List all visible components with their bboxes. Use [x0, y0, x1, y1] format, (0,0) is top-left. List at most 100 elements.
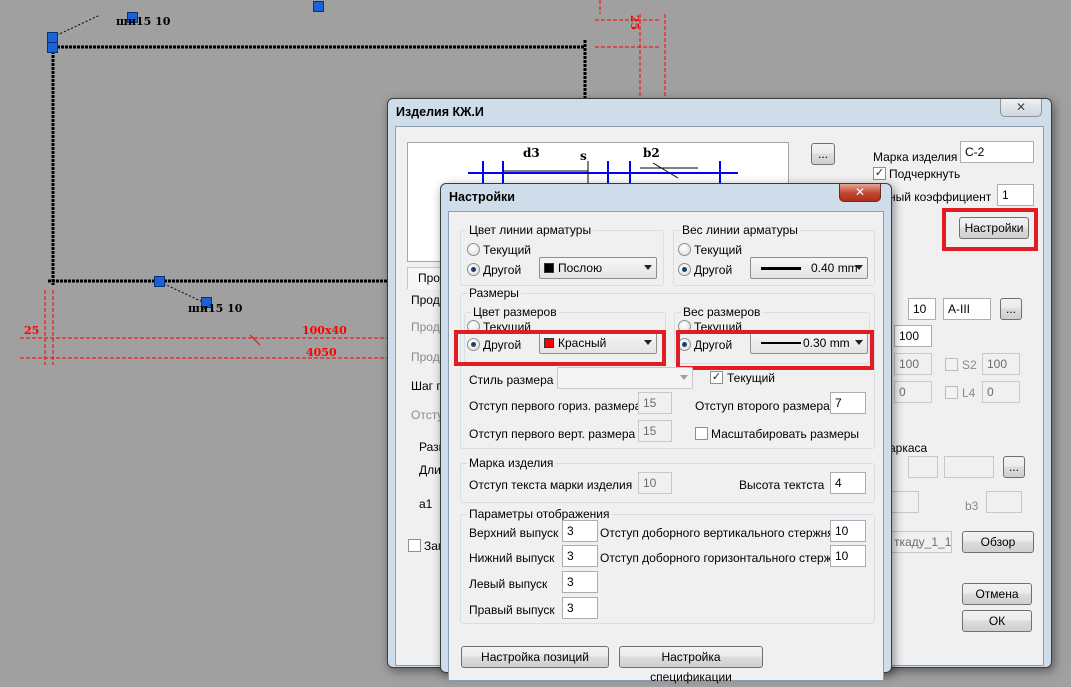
- text-height-field[interactable]: 4: [830, 472, 866, 494]
- settings-dialog-title: Настройки: [449, 190, 515, 204]
- text-height-label: Высота тектста: [739, 478, 825, 492]
- scale-dims-checkbox[interactable]: [695, 427, 708, 440]
- value-field[interactable]: 0: [894, 381, 932, 403]
- preview-label-d3: d3: [523, 146, 540, 160]
- grade-browse-button[interactable]: ...: [1000, 298, 1022, 320]
- cad-mark-label: ши15 10: [116, 15, 171, 28]
- positions-settings-button[interactable]: Настройка позиций: [461, 646, 609, 668]
- mark-offset-field[interactable]: 10: [638, 472, 672, 494]
- chevron-down-icon: [855, 265, 863, 270]
- display-params-label: Параметры отображения: [467, 507, 612, 521]
- value-field[interactable]: 100: [894, 353, 932, 375]
- l4-field[interactable]: 0: [982, 381, 1020, 403]
- dim-style-current-checkbox[interactable]: ✓: [710, 371, 723, 384]
- rebar-color-current-radio[interactable]: [467, 243, 480, 256]
- bottom-outlet-field[interactable]: 3: [562, 545, 598, 567]
- frame-field[interactable]: [908, 456, 938, 478]
- save-checkbox[interactable]: [408, 539, 421, 552]
- grip-handle[interactable]: [47, 42, 58, 53]
- frame-field[interactable]: [944, 456, 994, 478]
- dimension-color-label: Цвет размеров: [471, 305, 559, 319]
- dimensions-label: Размеры: [467, 286, 521, 300]
- dimension-text: 25: [628, 14, 642, 31]
- settings-dialog: Настройки ✕ Цвет линии арматуры Текущий …: [440, 183, 892, 684]
- rebar-color-current-label: Текущий: [483, 243, 531, 257]
- dim-style-current-label: Текущий: [727, 371, 775, 385]
- color-swatch: [544, 263, 554, 273]
- coefficient-field[interactable]: 1: [997, 184, 1034, 206]
- dimension-weight-label: Вес размеров: [681, 305, 763, 319]
- coefficient-label: ный коэффициент: [889, 190, 992, 204]
- s2-label: S2: [962, 358, 977, 372]
- rebar-weight-other-radio[interactable]: [678, 263, 691, 276]
- first-vert-label: Отступ первого верт. размера: [469, 427, 636, 441]
- first-horiz-label: Отступ первого гориз. размера: [469, 399, 642, 413]
- grip-handle[interactable]: [313, 1, 324, 12]
- underline-checkbox[interactable]: ✓: [873, 167, 886, 180]
- grade-field[interactable]: A-III: [943, 298, 991, 320]
- a1-label: a1: [419, 497, 433, 511]
- spec-settings-button[interactable]: Настройка спецификации: [619, 646, 763, 684]
- dimension-text: 100x40: [302, 324, 347, 337]
- row-label: Отсту: [411, 408, 444, 422]
- rebar-color-select[interactable]: Послою: [539, 257, 657, 279]
- dimension-text: 4050: [306, 346, 337, 359]
- preview-label-s: s: [580, 149, 587, 163]
- frame-browse-button[interactable]: ...: [1003, 456, 1025, 478]
- browse-button[interactable]: ...: [811, 143, 835, 165]
- row-label: Прод: [411, 320, 440, 334]
- dimension-text: 25: [24, 324, 40, 337]
- file-field[interactable]: ткаду_1_1: [889, 531, 952, 553]
- cancel-button[interactable]: Отмена: [962, 583, 1032, 605]
- close-icon[interactable]: ✕: [1000, 99, 1042, 117]
- dim-weight-highlight: [676, 330, 874, 370]
- top-outlet-label: Верхний выпуск: [469, 526, 559, 540]
- first-horiz-field[interactable]: 15: [638, 392, 672, 414]
- second-dim-label: Отступ второго размера: [695, 399, 830, 413]
- chevron-down-icon: [644, 265, 652, 270]
- mark-group-label: Марка изделия: [467, 456, 556, 470]
- chevron-down-icon: [680, 375, 688, 380]
- l4-checkbox[interactable]: [945, 386, 958, 399]
- row-label: Прод: [411, 293, 440, 307]
- preview-label-b2: b2: [643, 146, 660, 160]
- rebar-weight-other-label: Другой: [694, 263, 733, 277]
- s2-field[interactable]: 100: [982, 353, 1020, 375]
- mark-field[interactable]: С-2: [960, 141, 1034, 163]
- extra-vert-label: Отступ доборного вертикального стержня: [600, 526, 834, 540]
- value-field[interactable]: 100: [894, 325, 932, 347]
- underline-label: Подчеркнуть: [889, 167, 961, 181]
- scale-dims-label: Масштабировать размеры: [711, 427, 860, 441]
- overview-button[interactable]: Обзор: [962, 531, 1034, 553]
- left-outlet-field[interactable]: 3: [562, 571, 598, 593]
- rebar-weight-current-radio[interactable]: [678, 243, 691, 256]
- right-outlet-label: Правый выпуск: [469, 603, 555, 617]
- line-weight-swatch: [761, 267, 801, 270]
- right-outlet-field[interactable]: 3: [562, 597, 598, 619]
- rebar-color-other-label: Другой: [483, 263, 522, 277]
- b3-label: b3: [965, 499, 979, 513]
- first-vert-field[interactable]: 15: [638, 420, 672, 442]
- ok-button[interactable]: ОК: [962, 610, 1032, 632]
- dim-color-highlight: [454, 330, 666, 366]
- frame-label: аркаса: [889, 441, 928, 455]
- frame-field[interactable]: [889, 491, 919, 513]
- cad-mark-label: ши15 10: [188, 302, 243, 315]
- close-icon[interactable]: ✕: [839, 184, 881, 202]
- dim-style-select[interactable]: [557, 367, 693, 389]
- l4-label: L4: [962, 386, 976, 400]
- extra-vert-field[interactable]: 10: [830, 520, 866, 542]
- diameter-field[interactable]: 10: [908, 298, 936, 320]
- grip-handle[interactable]: [154, 276, 165, 287]
- second-dim-field[interactable]: 7: [830, 392, 866, 414]
- mark-label: Марка изделия: [873, 150, 958, 164]
- rebar-color-other-radio[interactable]: [467, 263, 480, 276]
- extra-horiz-label: Отступ доборного горизонтального стержня: [600, 551, 845, 565]
- b3-field[interactable]: [986, 491, 1022, 513]
- s2-checkbox[interactable]: [945, 358, 958, 371]
- top-outlet-field[interactable]: 3: [562, 520, 598, 542]
- main-dialog-title: Изделия КЖ.И: [396, 105, 484, 119]
- rebar-weight-select[interactable]: 0.40 mm: [750, 257, 868, 279]
- extra-horiz-field[interactable]: 10: [830, 545, 866, 567]
- bottom-outlet-label: Нижний выпуск: [469, 551, 555, 565]
